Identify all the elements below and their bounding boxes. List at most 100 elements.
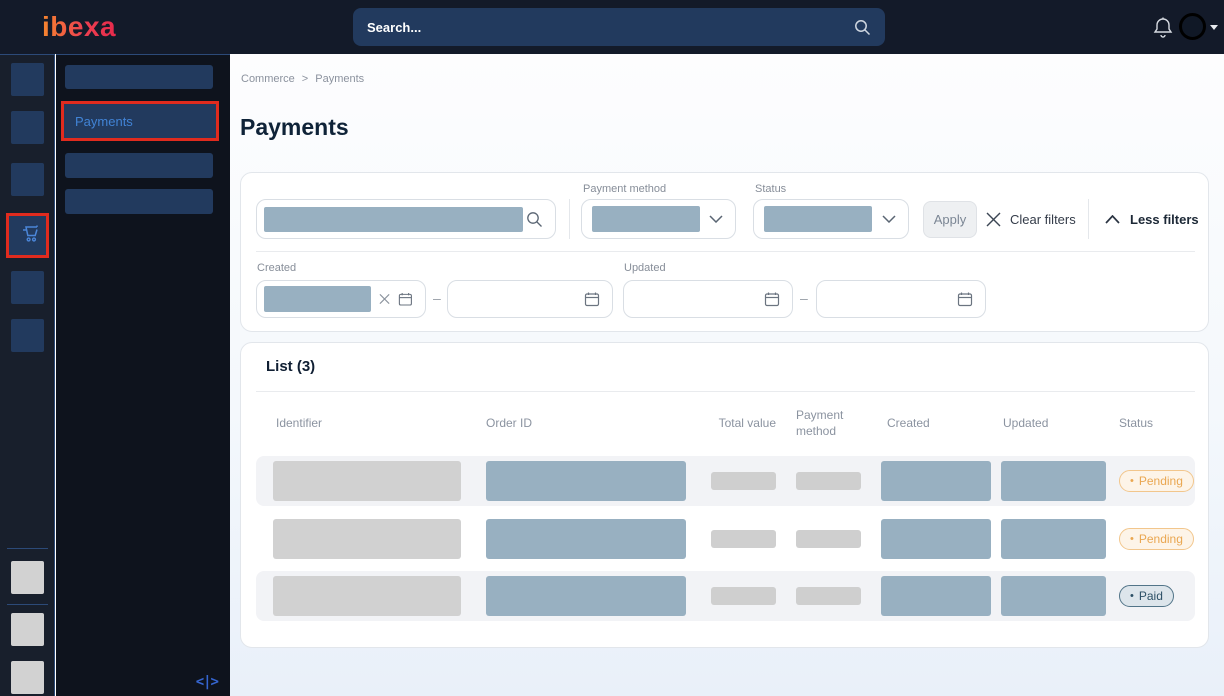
nav-icon-placeholder-1[interactable] bbox=[11, 63, 44, 96]
column-header-identifier: Identifier bbox=[276, 399, 322, 447]
commerce-nav-highlight[interactable] bbox=[6, 213, 49, 258]
list-divider bbox=[256, 391, 1195, 392]
close-icon bbox=[986, 212, 1001, 227]
user-menu-caret-icon[interactable] bbox=[1210, 25, 1218, 30]
updated-placeholder bbox=[1001, 519, 1106, 559]
filter-divider bbox=[1088, 199, 1089, 239]
status-select[interactable] bbox=[753, 199, 909, 239]
nav-icon-placeholder-3[interactable] bbox=[11, 163, 44, 196]
total-value-placeholder bbox=[711, 530, 776, 548]
created-to-date-input[interactable] bbox=[447, 280, 613, 318]
order-id-placeholder bbox=[486, 576, 686, 616]
breadcrumb-commerce[interactable]: Commerce bbox=[241, 73, 295, 85]
nav-icon-placeholder-4[interactable] bbox=[11, 271, 44, 304]
created-placeholder bbox=[881, 519, 991, 559]
column-header-payment-method: Payment method bbox=[796, 399, 858, 447]
sidebar-icon-rail bbox=[0, 54, 55, 696]
list-title: List (3) bbox=[266, 358, 315, 375]
calendar-icon[interactable] bbox=[398, 291, 413, 307]
bottom-icon-placeholder-2[interactable] bbox=[11, 613, 44, 646]
column-header-updated: Updated bbox=[1003, 399, 1048, 447]
breadcrumb-payments[interactable]: Payments bbox=[315, 73, 364, 85]
less-filters-label: Less filters bbox=[1130, 212, 1199, 227]
clear-filters-button[interactable]: Clear filters bbox=[986, 203, 1076, 235]
ibexa-logo[interactable]: ibexa bbox=[42, 11, 116, 43]
calendar-icon[interactable] bbox=[957, 291, 973, 307]
submenu-item-placeholder-3[interactable] bbox=[65, 189, 213, 214]
table-row[interactable]: Pending bbox=[256, 456, 1195, 506]
identifier-placeholder bbox=[273, 576, 461, 616]
payment-method-label: Payment method bbox=[583, 183, 666, 195]
payment-method-select[interactable] bbox=[581, 199, 736, 239]
chevron-down-icon bbox=[709, 215, 723, 223]
payments-menu-label: Payments bbox=[75, 114, 133, 129]
bottom-icon-placeholder-3[interactable] bbox=[11, 661, 44, 694]
main-content: Commerce > Payments Payments Payment met… bbox=[230, 54, 1224, 696]
column-header-status: Status bbox=[1119, 399, 1153, 447]
identifier-placeholder bbox=[273, 461, 461, 501]
table-row[interactable]: Pending bbox=[256, 514, 1195, 564]
submenu-item-placeholder-1[interactable] bbox=[65, 65, 213, 89]
search-icon bbox=[854, 19, 871, 36]
submenu-item-placeholder-2[interactable] bbox=[65, 153, 213, 178]
payments-menu-highlight: Payments bbox=[61, 101, 219, 141]
filter-row-divider bbox=[256, 251, 1195, 252]
updated-label: Updated bbox=[624, 262, 666, 274]
calendar-icon[interactable] bbox=[584, 291, 600, 307]
search-value-placeholder bbox=[264, 207, 523, 232]
payment-method-placeholder bbox=[796, 530, 861, 548]
page-title: Payments bbox=[240, 114, 349, 141]
rail-divider bbox=[7, 604, 48, 605]
apply-button[interactable]: Apply bbox=[923, 201, 977, 238]
notifications-bell-icon[interactable] bbox=[1152, 16, 1174, 40]
clear-date-icon[interactable] bbox=[379, 293, 390, 305]
created-placeholder bbox=[881, 576, 991, 616]
column-header-order-id: Order ID bbox=[486, 399, 532, 447]
sidebar-submenu-panel: Payments <|> bbox=[56, 54, 230, 696]
table-row[interactable]: Paid bbox=[256, 571, 1195, 621]
payment-method-placeholder bbox=[796, 587, 861, 605]
created-placeholder bbox=[881, 461, 991, 501]
updated-to-date-input[interactable] bbox=[816, 280, 986, 318]
nav-icon-placeholder-2[interactable] bbox=[11, 111, 44, 144]
column-header-total-value: Total value bbox=[711, 399, 776, 447]
updated-from-date-input[interactable] bbox=[623, 280, 793, 318]
global-search-placeholder: Search... bbox=[367, 20, 854, 35]
total-value-placeholder bbox=[711, 472, 776, 490]
search-icon bbox=[526, 211, 543, 228]
filters-card: Payment method Status Apply Clear filter… bbox=[240, 172, 1209, 332]
global-search-input[interactable]: Search... bbox=[353, 8, 885, 46]
created-from-date-input[interactable] bbox=[256, 280, 426, 318]
less-filters-button[interactable]: Less filters bbox=[1105, 203, 1199, 235]
user-avatar[interactable] bbox=[1179, 13, 1206, 40]
bottom-icon-placeholder-1[interactable] bbox=[11, 561, 44, 594]
collapse-sidebar-icon[interactable]: <|> bbox=[196, 674, 218, 690]
filter-search-input[interactable] bbox=[256, 199, 556, 239]
status-badge: Pending bbox=[1119, 470, 1194, 492]
date-range-dash: – bbox=[800, 290, 808, 306]
chevron-up-icon bbox=[1105, 215, 1120, 224]
identifier-placeholder bbox=[273, 519, 461, 559]
payment-method-placeholder bbox=[796, 472, 861, 490]
order-id-placeholder bbox=[486, 519, 686, 559]
cart-icon bbox=[16, 224, 40, 247]
sidebar-item-payments[interactable]: Payments bbox=[64, 104, 216, 138]
created-from-value-placeholder bbox=[264, 286, 371, 312]
calendar-icon[interactable] bbox=[764, 291, 780, 307]
nav-icon-placeholder-5[interactable] bbox=[11, 319, 44, 352]
status-badge: Pending bbox=[1119, 528, 1194, 550]
payments-list-card: List (3) Identifier Order ID Total value… bbox=[240, 342, 1209, 648]
column-header-created: Created bbox=[887, 399, 930, 447]
topbar: ibexa Search... bbox=[0, 0, 1224, 54]
updated-placeholder bbox=[1001, 576, 1106, 616]
table-header: Identifier Order ID Total value Payment … bbox=[256, 399, 1195, 447]
breadcrumb-separator: > bbox=[302, 73, 308, 85]
status-badge: Paid bbox=[1119, 585, 1174, 607]
status-label: Status bbox=[755, 183, 786, 195]
breadcrumb: Commerce > Payments bbox=[241, 73, 364, 85]
rail-divider bbox=[7, 548, 48, 549]
payment-method-value-placeholder bbox=[592, 206, 700, 232]
clear-filters-label: Clear filters bbox=[1010, 212, 1076, 227]
order-id-placeholder bbox=[486, 461, 686, 501]
date-range-dash: – bbox=[433, 290, 441, 306]
